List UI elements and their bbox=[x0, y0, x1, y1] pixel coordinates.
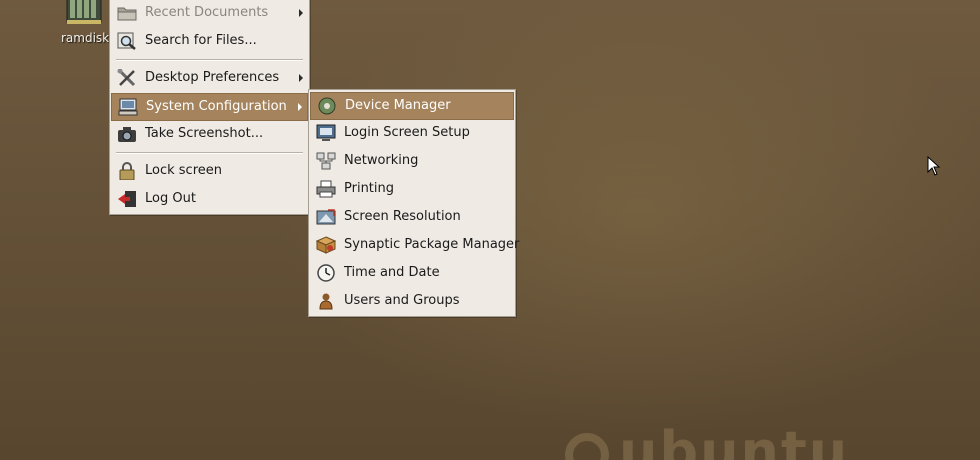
submenu-arrow-icon bbox=[299, 74, 303, 82]
menu-item-login-screen-setup[interactable]: Login Screen Setup bbox=[310, 120, 514, 146]
folder-icon bbox=[117, 7, 137, 21]
menu-item-label: System Configuration bbox=[146, 99, 287, 114]
menu-item-label: Networking bbox=[344, 153, 419, 168]
computer-icon bbox=[118, 98, 138, 116]
mouse-pointer-icon bbox=[927, 156, 941, 176]
menu-item-label: Take Screenshot... bbox=[145, 126, 264, 141]
menu-item-label: Printing bbox=[344, 181, 395, 196]
menu-item-users-and-groups[interactable]: Users and Groups bbox=[310, 288, 514, 314]
display-icon bbox=[316, 209, 336, 225]
login-screen-icon bbox=[316, 124, 336, 141]
logout-icon bbox=[118, 191, 136, 207]
menu-item-label: Search for Files... bbox=[145, 33, 257, 48]
menu-item-synaptic-package-manager[interactable]: Synaptic Package Manager bbox=[310, 232, 519, 258]
menu-item-desktop-preferences[interactable]: Desktop Preferences bbox=[111, 65, 308, 91]
menu-item-label: Desktop Preferences bbox=[145, 70, 280, 85]
desktop-icon-ramdisk[interactable]: ramdisk bbox=[56, 0, 116, 48]
network-icon bbox=[316, 152, 336, 170]
menu-separator bbox=[116, 59, 303, 61]
printer-icon bbox=[316, 180, 336, 198]
menu-item-label: Log Out bbox=[145, 191, 196, 206]
menu-item-recent-documents[interactable]: Recent Documents bbox=[111, 0, 308, 26]
lock-icon bbox=[119, 162, 135, 180]
menu-item-networking[interactable]: Networking bbox=[310, 148, 514, 174]
desktop-icon-label: ramdisk bbox=[61, 31, 110, 45]
package-icon bbox=[316, 236, 336, 254]
menu-item-lock-screen[interactable]: Lock screen bbox=[111, 158, 308, 184]
menu-item-label: Screen Resolution bbox=[344, 209, 461, 224]
clock-icon bbox=[317, 264, 335, 282]
users-icon bbox=[319, 293, 333, 310]
system-configuration-submenu: Device Manager Login Screen Setup Networ… bbox=[308, 89, 519, 317]
camera-icon bbox=[118, 127, 136, 142]
menu-item-label: Lock screen bbox=[145, 163, 222, 178]
ubuntu-circle-icon bbox=[565, 433, 609, 460]
menu-item-log-out[interactable]: Log Out bbox=[111, 186, 308, 212]
tools-icon bbox=[117, 69, 136, 87]
menu-item-screen-resolution[interactable]: Screen Resolution bbox=[310, 204, 514, 230]
submenu-arrow-icon bbox=[299, 9, 303, 17]
menu-separator bbox=[116, 152, 303, 154]
menu-item-label: Synaptic Package Manager bbox=[344, 237, 520, 252]
menu-item-label: Users and Groups bbox=[344, 293, 460, 308]
main-menu: Recent Documents Search for Files... Des… bbox=[109, 0, 310, 215]
ubuntu-watermark: ubuntu bbox=[565, 420, 849, 460]
menu-item-system-configuration[interactable]: System Configuration bbox=[111, 93, 308, 121]
menu-item-label: Time and Date bbox=[344, 265, 440, 280]
menu-item-label: Login Screen Setup bbox=[344, 125, 470, 140]
search-files-icon bbox=[117, 32, 136, 50]
ramdisk-icon bbox=[66, 0, 102, 24]
menu-item-device-manager[interactable]: Device Manager bbox=[310, 92, 514, 120]
menu-item-label: Device Manager bbox=[345, 98, 451, 113]
ubuntu-watermark-text: ubuntu bbox=[619, 420, 850, 460]
menu-item-label: Recent Documents bbox=[145, 5, 269, 20]
desktop-background: ubuntu ramdisk Recent Documents Search f… bbox=[0, 0, 980, 460]
menu-item-search-for-files[interactable]: Search for Files... bbox=[111, 28, 308, 54]
menu-item-time-and-date[interactable]: Time and Date bbox=[310, 260, 514, 286]
menu-item-printing[interactable]: Printing bbox=[310, 176, 514, 202]
menu-item-take-screenshot[interactable]: Take Screenshot... bbox=[111, 121, 308, 147]
submenu-arrow-icon bbox=[298, 103, 302, 111]
device-manager-icon bbox=[318, 97, 336, 115]
